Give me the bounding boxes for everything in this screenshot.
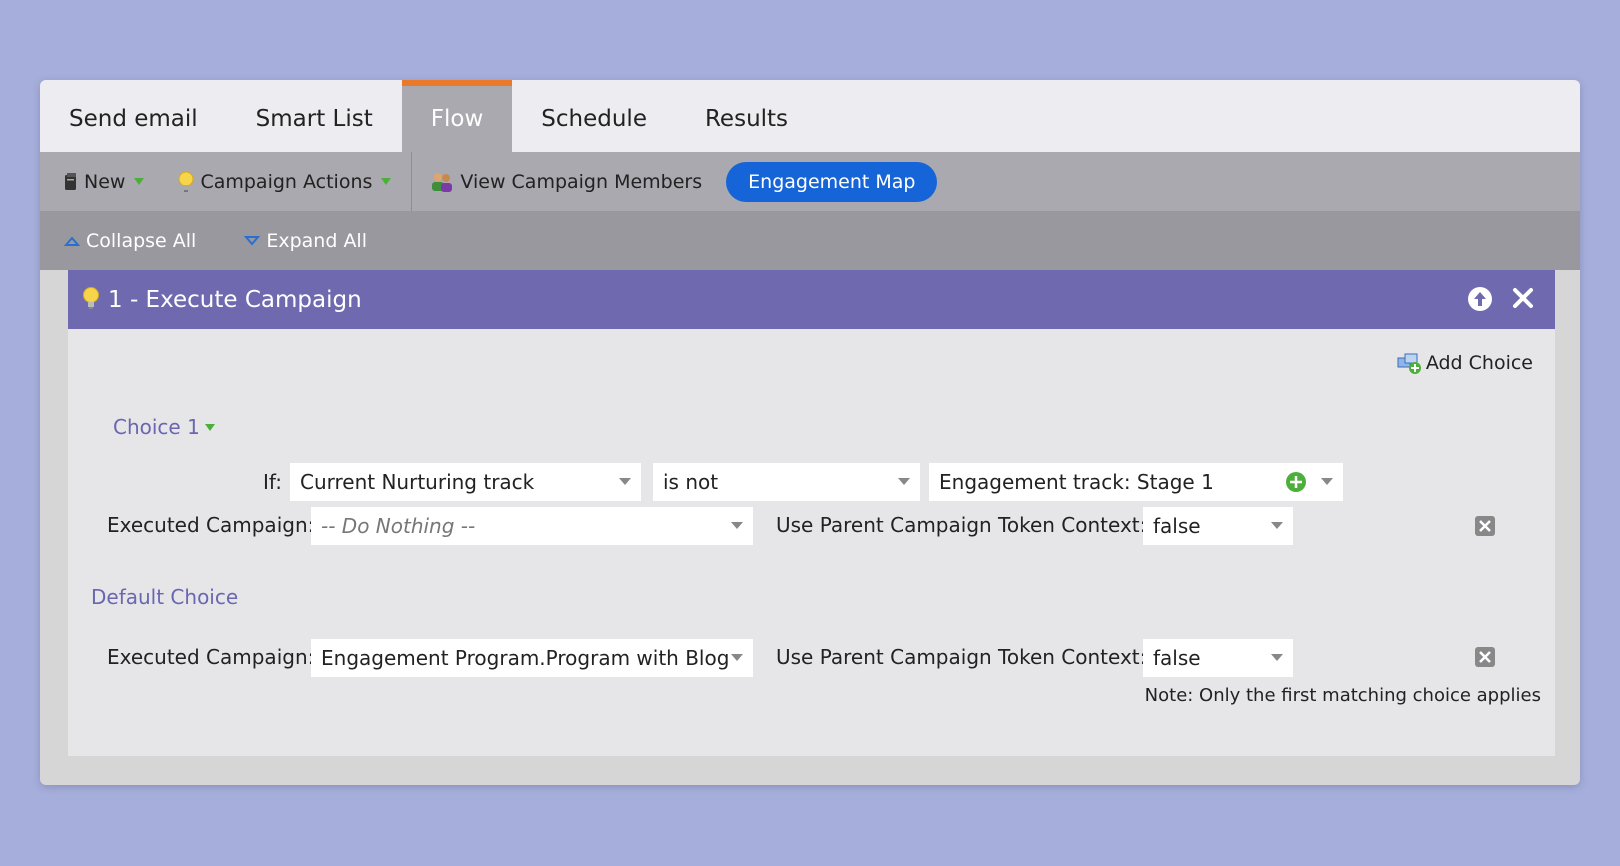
collapse-up-icon [64,235,80,246]
collapse-all-button[interactable]: Collapse All [64,230,196,252]
default-token-context-select[interactable]: false [1143,639,1293,677]
chevron-down-icon [381,178,392,185]
delete-default-choice-icon[interactable] [1474,646,1496,668]
lightbulb-icon [82,286,100,314]
tab-schedule[interactable]: Schedule [512,80,676,152]
expand-all-button[interactable]: Expand All [244,230,367,252]
condition-value-select[interactable]: Engagement track: Stage 1 [929,463,1343,501]
campaign-actions-button[interactable]: Campaign Actions [178,170,392,193]
dropdown-arrow-icon [898,478,910,485]
toolbar-divider [411,152,413,211]
condition-operator-value: is not [663,470,719,494]
tab-send-email[interactable]: Send email [40,80,227,152]
default-executed-campaign-select[interactable]: Engagement Program.Program with Blog [311,639,753,677]
move-up-icon[interactable] [1467,286,1493,312]
lightbulb-icon [178,171,194,193]
flow-step-header: 1 - Execute Campaign [68,270,1555,329]
default-token-context-value: false [1153,646,1201,670]
choice-1-toggle[interactable]: Choice 1 [113,415,215,439]
main-toolbar: New Campaign Actions View Campaign Membe… [40,152,1580,211]
choice-note: Note: Only the first matching choice app… [1144,685,1541,706]
condition-field-select[interactable]: Current Nurturing track [290,463,641,501]
add-choice-button[interactable]: Add Choice [1397,351,1533,375]
executed-campaign-label: Executed Campaign: [107,513,315,537]
new-menu-button[interactable]: New [64,170,145,193]
collapse-toolbar: Collapse All Expand All [40,211,1580,270]
tab-bar: Send email Smart List Flow Schedule Resu… [40,80,1580,152]
flow-step-actions [1467,286,1535,312]
add-choice-icon [1397,353,1421,374]
chevron-down-icon [204,423,215,431]
view-members-label: View Campaign Members [460,170,703,193]
dropdown-arrow-icon [1321,478,1333,485]
add-choice-label: Add Choice [1425,352,1533,374]
dropdown-arrow-icon [731,654,743,661]
engagement-map-button[interactable]: Engagement Map [726,161,938,202]
chevron-down-icon [134,178,145,185]
delete-choice-1-icon[interactable] [1474,515,1496,537]
condition-field-value: Current Nurturing track [300,470,535,494]
flow-step-title: 1 - Execute Campaign [108,286,362,313]
choice-1-token-context-value: false [1153,514,1201,538]
condition-value-text: Engagement track: Stage 1 [939,470,1214,494]
token-context-label: Use Parent Campaign Token Context: [776,513,1147,537]
tab-smart-list[interactable]: Smart List [227,80,402,152]
tab-results[interactable]: Results [676,80,817,152]
dropdown-arrow-icon [1271,654,1283,661]
choice-1-executed-campaign-value: -- Do Nothing -- [321,514,476,538]
choice-1-label: Choice 1 [113,415,200,439]
dropdown-arrow-icon [619,478,631,485]
add-value-icon[interactable] [1285,471,1307,493]
campaign-window: Send email Smart List Flow Schedule Resu… [40,80,1580,785]
tab-flow[interactable]: Flow [401,80,513,152]
campaign-actions-label: Campaign Actions [200,170,373,193]
new-document-icon [64,172,78,191]
flow-step: 1 - Execute Campaign Add Choice Choice 1… [68,270,1555,756]
default-token-context-label: Use Parent Campaign Token Context: [776,645,1147,669]
members-icon [430,171,454,193]
close-icon[interactable] [1511,286,1535,312]
default-executed-campaign-value: Engagement Program.Program with Blog [321,646,730,670]
condition-operator-select[interactable]: is not [653,463,920,501]
default-executed-campaign-label: Executed Campaign: [107,645,315,669]
default-choice-label: Default Choice [91,585,239,609]
collapse-all-label: Collapse All [86,229,197,252]
dropdown-arrow-icon [1271,522,1283,529]
new-label: New [84,170,126,193]
expand-down-icon [244,235,261,246]
choice-1-token-context-select[interactable]: false [1143,507,1293,545]
view-campaign-members-button[interactable]: View Campaign Members [430,171,702,193]
expand-all-label: Expand All [266,229,367,252]
choice-1-executed-campaign-select[interactable]: -- Do Nothing -- [311,507,753,545]
if-label: If: [263,470,282,494]
dropdown-arrow-icon [731,522,743,529]
